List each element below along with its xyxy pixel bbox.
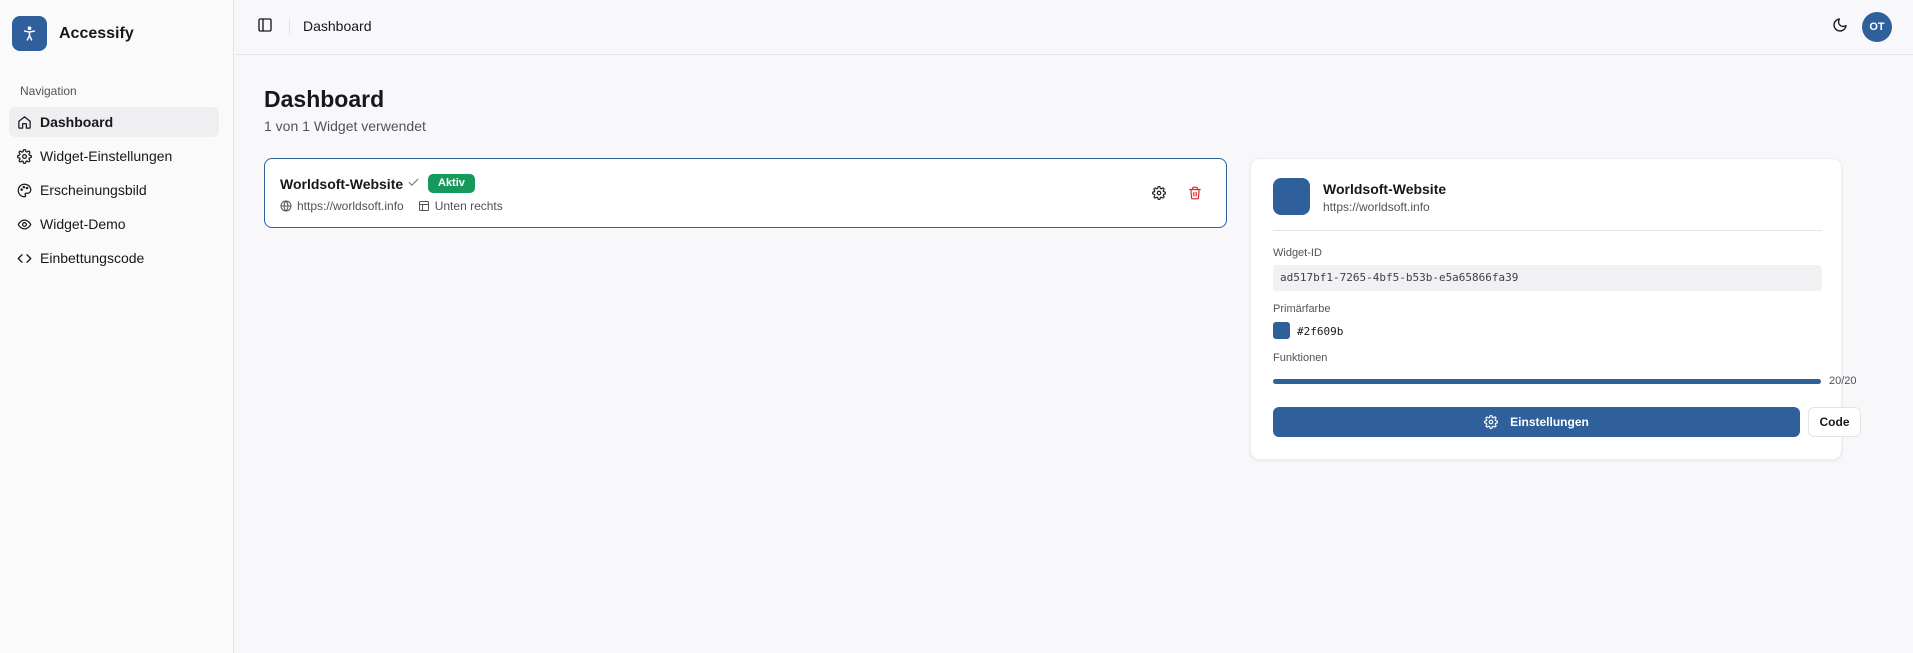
detail-widget-name: Worldsoft-Website [1323,181,1447,197]
page-title: Dashboard [264,86,385,112]
sidebar-item-label: Einbettungscode [40,250,145,266]
topbar: Dashboard OT [235,0,1913,55]
brand[interactable]: Accessify [12,16,134,51]
widget-id-label: Widget-ID [1273,247,1322,259]
sidebar: Accessify Navigation Dashboard Widget-Ei… [0,0,234,653]
sidebar-item-embed-code[interactable]: Einbettungscode [9,243,219,273]
eye-icon [17,217,32,232]
sidebar-nav: Dashboard Widget-Einstellungen Erscheinu… [9,107,219,277]
widget-detail-panel: Worldsoft-Website https://worldsoft.info… [1250,158,1861,460]
widget-card[interactable]: Worldsoft-Website Aktiv https://worldsof… [264,158,1227,228]
code-icon [17,251,32,266]
sidebar-item-label: Widget-Demo [40,216,126,232]
widget-url: https://worldsoft.info [297,199,404,213]
features-progress [1273,379,1821,384]
detail-widget-url: https://worldsoft.info [1323,200,1430,214]
breadcrumb: Dashboard [303,18,372,34]
sidebar-item-dashboard[interactable]: Dashboard [9,107,219,137]
widget-settings-button[interactable] [1147,181,1171,205]
gear-icon [1152,186,1166,200]
accessibility-icon [12,16,47,51]
delete-widget-button[interactable] [1183,181,1207,205]
sidebar-item-label: Erscheinungsbild [40,182,147,198]
page-subtitle: 1 von 1 Widget verwendet [264,118,426,134]
color-swatch [1273,322,1290,339]
status-badge: Aktiv [428,174,475,193]
sidebar-toggle-icon[interactable] [257,17,275,35]
globe-icon [280,200,292,212]
gear-icon [17,148,32,164]
widget-meta: https://worldsoft.info Unten rechts [280,199,503,213]
features-count: 20/20 [1829,375,1857,387]
features-progress-fill [1273,379,1821,384]
sidebar-item-label: Widget-Einstellungen [40,148,173,164]
app-name: Accessify [59,24,134,42]
home-icon [17,115,32,130]
sidebar-item-label: Dashboard [40,114,114,130]
primary-color-value: #2f609b [1297,325,1344,338]
widget-position: Unten rechts [434,199,503,213]
layout-icon [418,200,430,212]
palette-icon [17,183,32,198]
nav-heading: Navigation [20,84,77,98]
settings-button-label: Einstellungen [1510,415,1589,429]
features-label: Funktionen [1273,352,1328,364]
widget-id-value[interactable]: ad517bf1-7265-4bf5-b53b-e5a65866fa39 [1273,265,1822,291]
widget-name: Worldsoft-Website [280,176,404,192]
gear-icon [1484,415,1499,429]
avatar[interactable]: OT [1862,12,1892,42]
sidebar-item-widget-settings[interactable]: Widget-Einstellungen [9,141,219,171]
settings-button[interactable]: Einstellungen [1273,407,1800,437]
divider [289,18,290,35]
primary-color-label: Primärfarbe [1273,303,1331,315]
sidebar-item-appearance[interactable]: Erscheinungsbild [9,175,219,205]
trash-icon [1188,186,1202,200]
code-button[interactable]: Code [1808,407,1861,437]
widget-logo [1273,178,1310,215]
moon-icon[interactable] [1832,17,1850,35]
check-icon [407,176,421,190]
divider [1273,230,1822,231]
sidebar-item-widget-demo[interactable]: Widget-Demo [9,209,219,239]
